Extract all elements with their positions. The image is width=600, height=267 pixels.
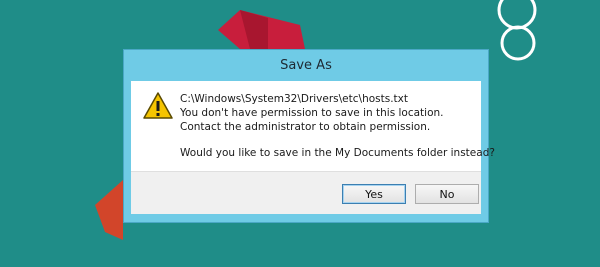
message-line-contact: Contact the administrator to obtain perm…	[180, 121, 431, 133]
warning-icon	[143, 92, 173, 119]
white-ring-bottom	[500, 25, 536, 61]
dialog-body: C:\Windows\System32\Drivers\etc\hosts.tx…	[131, 81, 495, 171]
dialog-titlebar[interactable]: Save As	[124, 50, 488, 81]
message-line-permission: You don't have permission to save in thi…	[180, 107, 444, 119]
no-button[interactable]: No	[415, 184, 479, 204]
white-ring-top	[497, 0, 537, 30]
dialog-message: C:\Windows\System32\Drivers\etc\hosts.tx…	[180, 92, 495, 160]
yes-button[interactable]: Yes	[342, 184, 406, 204]
dialog-button-bar: Yes No	[131, 171, 481, 214]
red-ribbon-lower	[95, 180, 123, 240]
message-line-path: C:\Windows\System32\Drivers\etc\hosts.tx…	[180, 93, 408, 105]
dialog-title: Save As	[280, 58, 332, 73]
message-question: Would you like to save in the My Documen…	[180, 147, 495, 159]
save-as-dialog: Save As C:\Windows\System32\Drivers\etc\…	[123, 49, 495, 223]
